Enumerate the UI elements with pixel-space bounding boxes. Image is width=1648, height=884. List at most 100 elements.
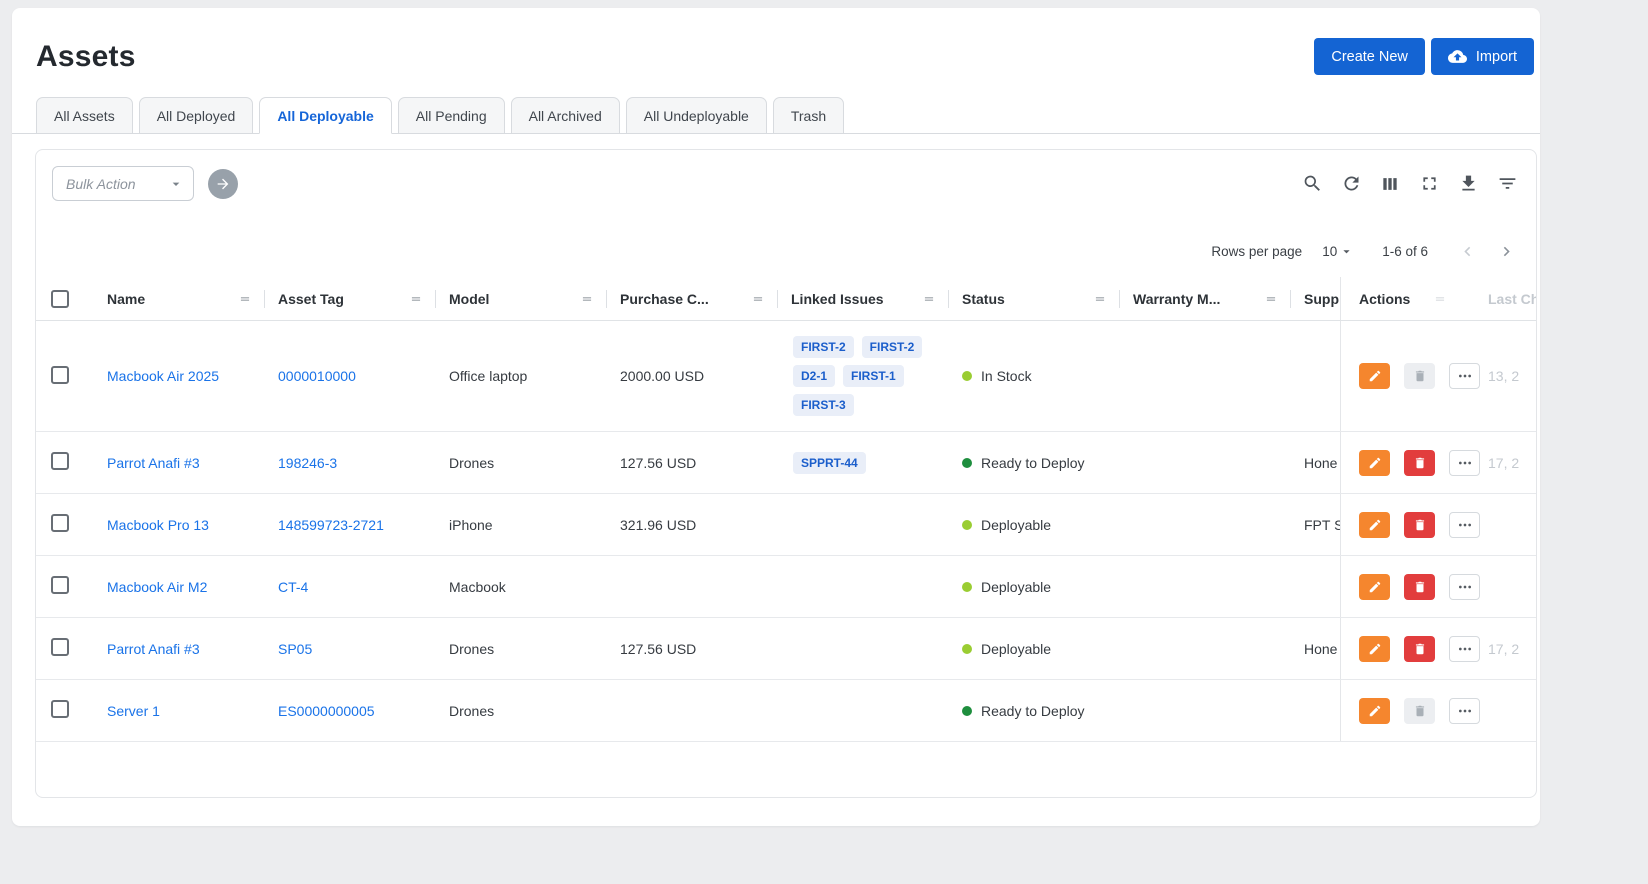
edit-button[interactable] — [1359, 698, 1390, 724]
delete-button[interactable] — [1404, 636, 1435, 662]
filter-icon[interactable] — [1496, 173, 1518, 195]
linked-issue-chip[interactable]: D2-1 — [793, 365, 835, 387]
more-actions-button[interactable] — [1449, 450, 1480, 476]
row-actions — [1340, 321, 1486, 431]
columns-icon[interactable] — [1379, 173, 1401, 195]
bulk-action-select[interactable]: Bulk Action — [52, 166, 194, 201]
status-dot — [962, 458, 972, 468]
linked-issue-chip[interactable]: FIRST-1 — [843, 365, 904, 387]
model-cell: Macbook — [449, 579, 620, 595]
purchase-cost-cell: 321.96 USD — [620, 517, 791, 533]
asset-tag-link[interactable]: 0000010000 — [278, 368, 356, 384]
row-checkbox[interactable] — [51, 576, 69, 594]
previous-page-button[interactable] — [1458, 242, 1477, 261]
asset-name-link[interactable]: Parrot Anafi #3 — [107, 641, 200, 657]
column-drag-handle-icon[interactable] — [1264, 292, 1278, 306]
import-button[interactable]: Import — [1431, 38, 1534, 75]
page-size-select[interactable]: 10 — [1322, 244, 1354, 259]
bulk-action-go-button[interactable] — [208, 169, 238, 199]
delete-button[interactable] — [1404, 574, 1435, 600]
tab-all-deployed[interactable]: All Deployed — [139, 97, 254, 134]
column-header-warranty: Warranty M... — [1133, 291, 1220, 307]
download-icon[interactable] — [1457, 173, 1479, 195]
delete-button[interactable] — [1404, 512, 1435, 538]
column-header-linked-issues: Linked Issues — [791, 291, 884, 307]
edit-button[interactable] — [1359, 450, 1390, 476]
status-label: Deployable — [981, 579, 1051, 595]
cloud-upload-icon — [1448, 47, 1467, 66]
asset-tag-link[interactable]: CT-4 — [278, 579, 308, 595]
status-label: Ready to Deploy — [981, 455, 1085, 471]
table-row: Macbook Air 2025 0000010000 Office lapto… — [36, 321, 1537, 432]
row-checkbox[interactable] — [51, 452, 69, 470]
asset-name-link[interactable]: Server 1 — [107, 703, 160, 719]
status-dot — [962, 371, 972, 381]
row-checkbox[interactable] — [51, 638, 69, 656]
linked-issue-chip[interactable]: FIRST-2 — [793, 336, 854, 358]
linked-issue-chip[interactable]: FIRST-2 — [862, 336, 923, 358]
asset-tag-link[interactable]: 148599723-2721 — [278, 517, 384, 533]
table-row: Parrot Anafi #3 SP05 Drones 127.56 USD D… — [36, 618, 1537, 680]
row-checkbox[interactable] — [51, 700, 69, 718]
caret-down-icon — [168, 176, 184, 192]
purchase-cost-cell: 127.56 USD — [620, 641, 791, 657]
asset-tag-link[interactable]: 198246-3 — [278, 455, 337, 471]
column-header-name: Name — [107, 291, 145, 307]
linked-issue-chip[interactable]: SPPRT-44 — [793, 452, 866, 474]
edit-button[interactable] — [1359, 363, 1390, 389]
edit-button[interactable] — [1359, 636, 1390, 662]
select-all-checkbox[interactable] — [51, 290, 69, 308]
search-icon[interactable] — [1301, 173, 1323, 195]
refresh-icon[interactable] — [1340, 173, 1362, 195]
tab-all-archived[interactable]: All Archived — [511, 97, 620, 134]
assets-page-card: Assets Create New Import All AssetsAll D… — [12, 8, 1540, 826]
column-drag-handle-icon[interactable] — [580, 292, 594, 306]
tab-trash[interactable]: Trash — [773, 97, 844, 134]
more-actions-button[interactable] — [1449, 363, 1480, 389]
column-drag-handle-icon[interactable] — [922, 292, 936, 306]
more-actions-button[interactable] — [1449, 574, 1480, 600]
row-checkbox[interactable] — [51, 514, 69, 532]
delete-button[interactable] — [1404, 450, 1435, 476]
asset-name-link[interactable]: Parrot Anafi #3 — [107, 455, 200, 471]
edit-button[interactable] — [1359, 574, 1390, 600]
asset-tag-link[interactable]: ES0000000005 — [278, 703, 375, 719]
table-row: Server 1 ES0000000005 Drones Ready to De… — [36, 680, 1537, 742]
row-actions — [1340, 556, 1486, 617]
column-drag-handle-icon[interactable] — [409, 292, 423, 306]
column-drag-handle-icon[interactable] — [751, 292, 765, 306]
tab-all-deployable[interactable]: All Deployable — [259, 97, 391, 134]
tab-all-assets[interactable]: All Assets — [36, 97, 133, 134]
status-dot — [962, 520, 972, 530]
status-dot — [962, 582, 972, 592]
column-drag-handle-icon[interactable] — [238, 292, 252, 306]
edit-button[interactable] — [1359, 512, 1390, 538]
bulk-action-placeholder: Bulk Action — [66, 176, 136, 192]
page-size-value: 10 — [1322, 244, 1337, 259]
import-label: Import — [1476, 49, 1517, 65]
tab-all-undeployable[interactable]: All Undeployable — [626, 97, 767, 134]
asset-name-link[interactable]: Macbook Air M2 — [107, 579, 207, 595]
linked-issues-cell — [791, 634, 962, 664]
table-header: Name Asset Tag Model Purchase C... Linke… — [36, 277, 1537, 321]
more-actions-button[interactable] — [1449, 636, 1480, 662]
asset-name-link[interactable]: Macbook Pro 13 — [107, 517, 209, 533]
rows-per-page-label: Rows per page — [1211, 244, 1302, 259]
status-label: Ready to Deploy — [981, 703, 1085, 719]
linked-issue-chip[interactable]: FIRST-3 — [793, 394, 854, 416]
asset-name-link[interactable]: Macbook Air 2025 — [107, 368, 219, 384]
assets-table-panel: Bulk Action — [35, 149, 1537, 798]
create-new-button[interactable]: Create New — [1314, 38, 1425, 75]
page-header: Assets Create New Import — [12, 8, 1540, 75]
purchase-cost-cell: 127.56 USD — [620, 455, 791, 471]
column-drag-handle-icon[interactable] — [1093, 292, 1107, 306]
row-checkbox[interactable] — [51, 366, 69, 384]
fullscreen-icon[interactable] — [1418, 173, 1440, 195]
delete-button — [1404, 363, 1435, 389]
tab-all-pending[interactable]: All Pending — [398, 97, 505, 134]
next-page-button[interactable] — [1497, 242, 1516, 261]
more-actions-button[interactable] — [1449, 512, 1480, 538]
more-actions-button[interactable] — [1449, 698, 1480, 724]
row-actions — [1340, 618, 1486, 679]
asset-tag-link[interactable]: SP05 — [278, 641, 312, 657]
